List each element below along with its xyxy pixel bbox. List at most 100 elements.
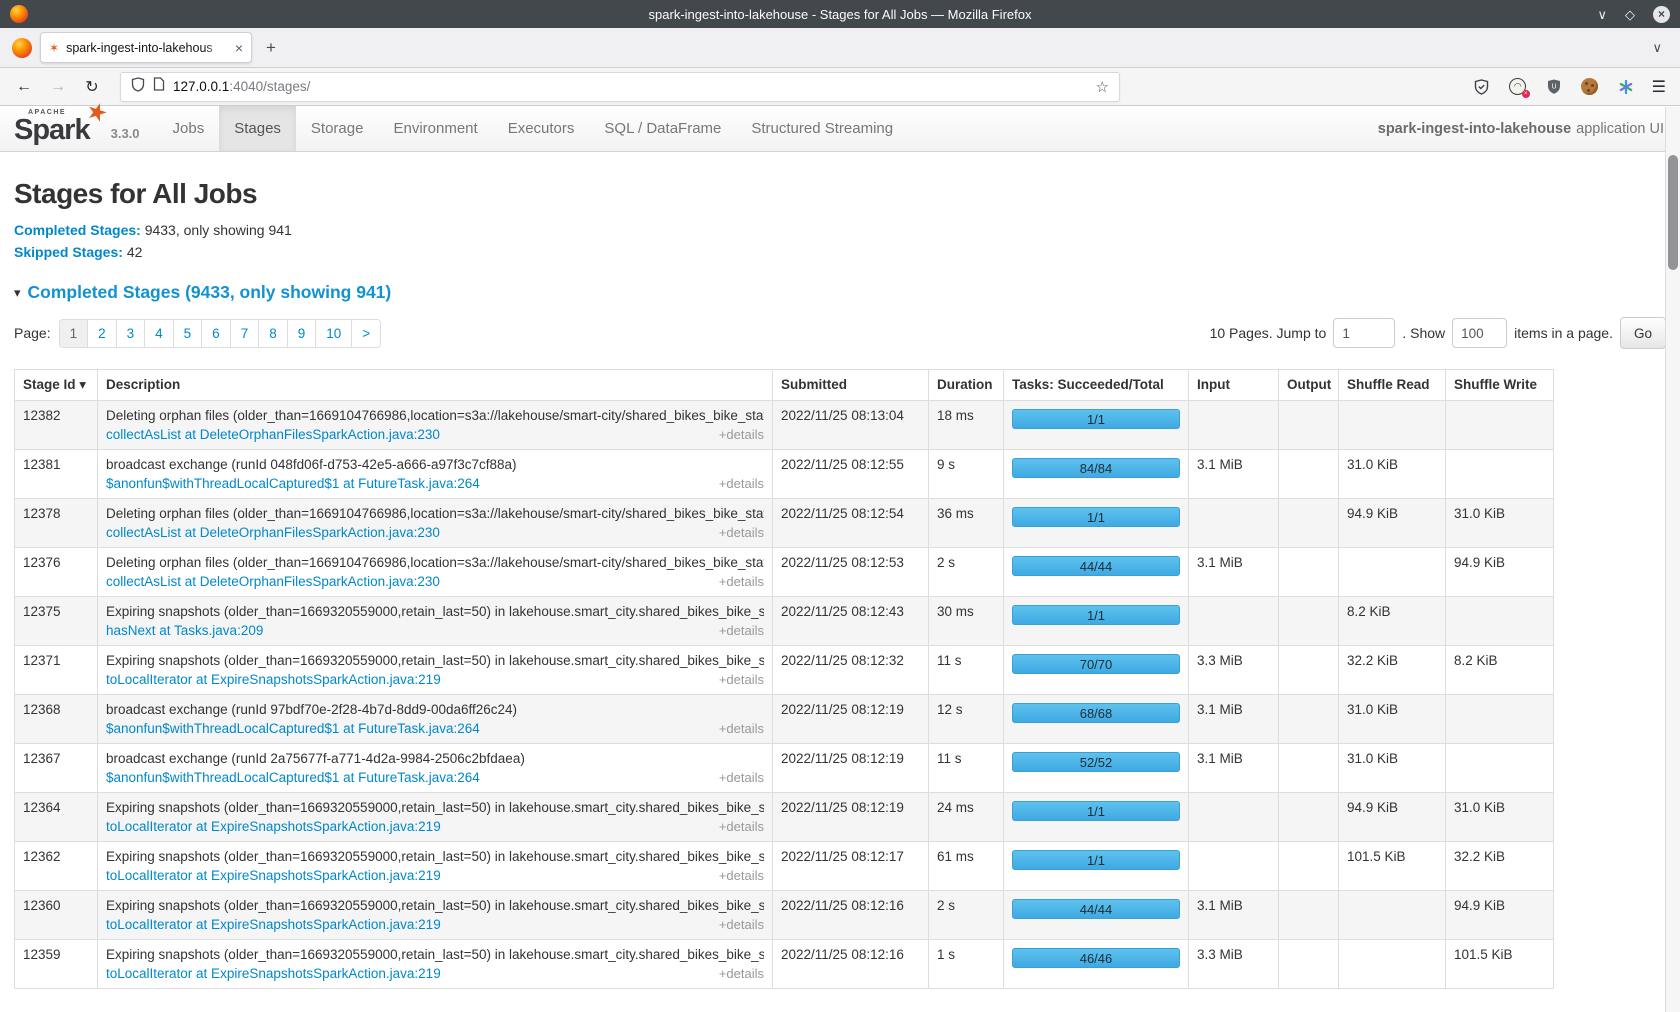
column-header-shuffle-write[interactable]: Shuffle Write bbox=[1446, 370, 1554, 401]
input-cell bbox=[1189, 499, 1279, 548]
table-header-row: Stage Id ▾DescriptionSubmittedDurationTa… bbox=[15, 370, 1554, 401]
details-link[interactable]: +details bbox=[719, 770, 764, 785]
skipped-stages-label: Skipped Stages: bbox=[14, 244, 123, 260]
ublock-shield-icon[interactable]: U bbox=[1544, 77, 1564, 97]
details-link[interactable]: +details bbox=[719, 868, 764, 883]
submitted-cell: 2022/11/25 08:12:43 bbox=[773, 597, 929, 646]
jump-to-page-input[interactable] bbox=[1333, 318, 1395, 348]
page-button-6[interactable]: 6 bbox=[201, 320, 230, 347]
page-button-2[interactable]: 2 bbox=[87, 320, 116, 347]
url-text[interactable]: 127.0.0.1:4040/stages/ bbox=[173, 79, 1088, 94]
cookie-icon[interactable] bbox=[1580, 77, 1600, 97]
maximize-icon[interactable]: ◇ bbox=[1625, 8, 1635, 21]
details-link[interactable]: +details bbox=[719, 427, 764, 442]
shuffle-read-cell: 32.2 KiB bbox=[1339, 646, 1446, 695]
stage-row-12375: 12375Expiring snapshots (older_than=1669… bbox=[15, 597, 1554, 646]
description-link[interactable]: hasNext at Tasks.java:209 bbox=[106, 623, 263, 638]
description-link[interactable]: toLocalIterator at ExpireSnapshotsSparkA… bbox=[106, 819, 441, 834]
privacy-mask-icon[interactable]: ◠× bbox=[1508, 77, 1528, 97]
spark-tab-structured-streaming[interactable]: Structured Streaming bbox=[736, 106, 908, 151]
back-icon[interactable]: ← bbox=[10, 73, 38, 101]
description-link[interactable]: $anonfun$withThreadLocalCaptured$1 at Fu… bbox=[106, 770, 480, 785]
details-link[interactable]: +details bbox=[719, 623, 764, 638]
description-link[interactable]: toLocalIterator at ExpireSnapshotsSparkA… bbox=[106, 966, 441, 981]
details-link[interactable]: +details bbox=[719, 672, 764, 687]
completed-stages-value: 9433, only showing 941 bbox=[145, 222, 292, 238]
scrollbar-thumb[interactable] bbox=[1668, 155, 1678, 270]
shuffle-read-cell bbox=[1339, 401, 1446, 450]
description-text: Expiring snapshots (older_than=166932055… bbox=[106, 898, 764, 913]
browser-tab[interactable]: ✶ spark-ingest-into-lakehous × bbox=[40, 32, 252, 63]
page-button-1[interactable]: 1 bbox=[60, 320, 88, 347]
column-header-shuffle-read[interactable]: Shuffle Read bbox=[1339, 370, 1446, 401]
column-header-submitted[interactable]: Submitted bbox=[773, 370, 929, 401]
spark-tab-storage[interactable]: Storage bbox=[296, 106, 379, 151]
description-link[interactable]: collectAsList at DeleteOrphanFilesSparkA… bbox=[106, 525, 440, 540]
column-header-input[interactable]: Input bbox=[1189, 370, 1279, 401]
column-header-duration[interactable]: Duration bbox=[929, 370, 1004, 401]
output-cell bbox=[1279, 940, 1339, 989]
list-all-tabs-icon[interactable]: ∨ bbox=[1652, 40, 1662, 56]
page-button-7[interactable]: 7 bbox=[230, 320, 259, 347]
shield-icon[interactable] bbox=[131, 77, 145, 97]
page-info-icon[interactable] bbox=[153, 77, 165, 96]
application-ui-label: spark-ingest-into-lakehouse application … bbox=[1362, 106, 1680, 151]
next-page-button[interactable]: > bbox=[351, 320, 380, 347]
page-button-10[interactable]: 10 bbox=[315, 320, 351, 347]
spark-tab-jobs[interactable]: Jobs bbox=[158, 106, 220, 151]
completed-stages-section-toggle[interactable]: ▾ Completed Stages (9433, only showing 9… bbox=[14, 282, 1666, 303]
new-tab-button[interactable]: + bbox=[266, 38, 276, 58]
description-link[interactable]: toLocalIterator at ExpireSnapshotsSparkA… bbox=[106, 917, 441, 932]
description-link[interactable]: $anonfun$withThreadLocalCaptured$1 at Fu… bbox=[106, 721, 480, 736]
spark-brand[interactable]: APACHE Spark ★ 3.3.0 bbox=[14, 106, 158, 151]
submitted-cell: 2022/11/25 08:13:04 bbox=[773, 401, 929, 450]
column-header-tasks-succeeded-total[interactable]: Tasks: Succeeded/Total bbox=[1004, 370, 1189, 401]
page-button-3[interactable]: 3 bbox=[116, 320, 145, 347]
column-header-stage-id[interactable]: Stage Id ▾ bbox=[15, 370, 98, 401]
description-text: broadcast exchange (runId 97bdf70e-2f28-… bbox=[106, 702, 764, 717]
page-button-5[interactable]: 5 bbox=[173, 320, 202, 347]
description-cell: Deleting orphan files (older_than=166910… bbox=[98, 548, 773, 597]
forward-icon[interactable]: → bbox=[44, 73, 72, 101]
submitted-cell: 2022/11/25 08:12:16 bbox=[773, 940, 929, 989]
details-link[interactable]: +details bbox=[719, 525, 764, 540]
tasks-cell: 52/52 bbox=[1004, 744, 1189, 793]
spark-tab-stages[interactable]: Stages bbox=[219, 106, 296, 151]
menu-icon[interactable]: ☰ bbox=[1652, 77, 1666, 97]
spark-tab-environment[interactable]: Environment bbox=[378, 106, 492, 151]
details-link[interactable]: +details bbox=[719, 574, 764, 589]
description-text: Deleting orphan files (older_than=166910… bbox=[106, 555, 764, 570]
details-link[interactable]: +details bbox=[719, 917, 764, 932]
description-link[interactable]: collectAsList at DeleteOrphanFilesSparkA… bbox=[106, 427, 440, 442]
pocket-shield-icon[interactable] bbox=[1472, 77, 1492, 97]
shuffle-read-cell: 94.9 KiB bbox=[1339, 499, 1446, 548]
minimize-icon[interactable]: ∨ bbox=[1597, 8, 1607, 21]
extension-asterisk-icon[interactable] bbox=[1616, 77, 1636, 97]
bookmark-star-icon[interactable]: ☆ bbox=[1096, 78, 1109, 96]
stage-row-12364: 12364Expiring snapshots (older_than=1669… bbox=[15, 793, 1554, 842]
description-link[interactable]: collectAsList at DeleteOrphanFilesSparkA… bbox=[106, 574, 440, 589]
details-link[interactable]: +details bbox=[719, 819, 764, 834]
go-button[interactable]: Go bbox=[1620, 317, 1666, 349]
stage-row-12367: 12367broadcast exchange (runId 2a75677f-… bbox=[15, 744, 1554, 793]
description-link[interactable]: toLocalIterator at ExpireSnapshotsSparkA… bbox=[106, 672, 441, 687]
details-link[interactable]: +details bbox=[719, 476, 764, 491]
items-suffix-label: items in a page. bbox=[1514, 325, 1613, 341]
tasks-progress-bar: 52/52 bbox=[1012, 752, 1180, 772]
column-header-description[interactable]: Description bbox=[98, 370, 773, 401]
spark-tab-executors[interactable]: Executors bbox=[493, 106, 590, 151]
description-link[interactable]: toLocalIterator at ExpireSnapshotsSparkA… bbox=[106, 868, 441, 883]
items-per-page-input[interactable] bbox=[1452, 318, 1507, 348]
description-link[interactable]: $anonfun$withThreadLocalCaptured$1 at Fu… bbox=[106, 476, 480, 491]
url-bar[interactable]: 127.0.0.1:4040/stages/ ☆ bbox=[120, 72, 1120, 102]
close-icon[interactable]: × bbox=[1653, 6, 1670, 23]
page-scrollbar[interactable] bbox=[1665, 107, 1680, 1012]
page-button-4[interactable]: 4 bbox=[144, 320, 173, 347]
details-link[interactable]: +details bbox=[719, 721, 764, 736]
spark-tab-sql-dataframe[interactable]: SQL / DataFrame bbox=[589, 106, 736, 151]
column-header-output[interactable]: Output bbox=[1279, 370, 1339, 401]
details-link[interactable]: +details bbox=[719, 966, 764, 981]
page-button-9[interactable]: 9 bbox=[287, 320, 316, 347]
tab-close-icon[interactable]: × bbox=[235, 41, 243, 55]
page-button-8[interactable]: 8 bbox=[258, 320, 287, 347]
